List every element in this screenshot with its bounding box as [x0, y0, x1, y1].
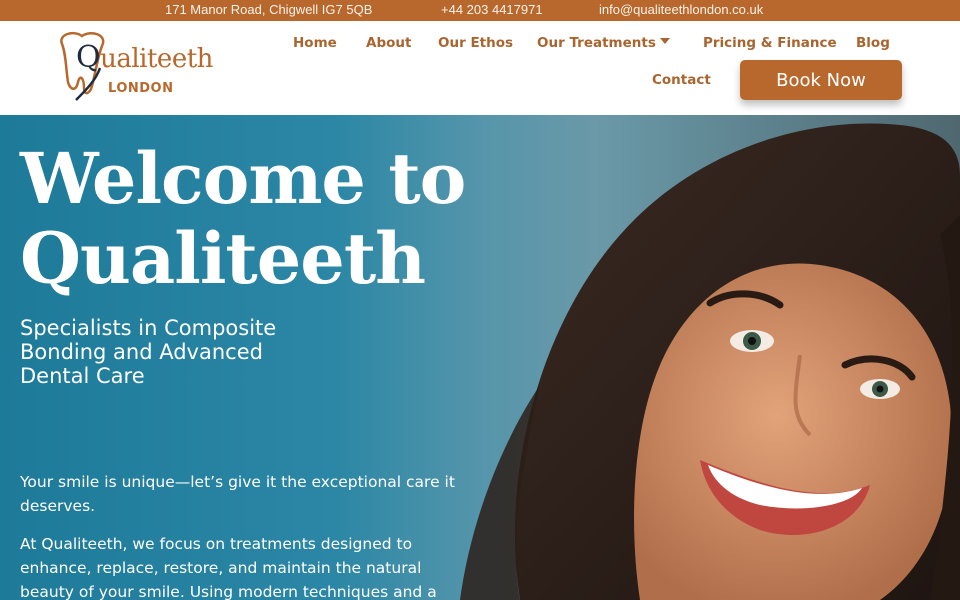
- logo-subtitle: LONDON: [108, 81, 174, 96]
- hero-paragraph: Your smile is unique—let’s give it the e…: [20, 473, 455, 515]
- book-now-button[interactable]: Book Now: [740, 60, 902, 100]
- nav-our-ethos[interactable]: Our Ethos: [438, 35, 513, 51]
- hero-subtitle: Specialists in Composite Bonding and Adv…: [20, 316, 277, 388]
- qualiteeth-logo[interactable]: Qualiteeth LONDON: [56, 30, 213, 102]
- nav-blog[interactable]: Blog: [856, 35, 890, 51]
- email-link[interactable]: info@qualiteethlondon.co.uk: [599, 2, 763, 17]
- contact-topbar: 171 Manor Road, Chigwell IG7 5QB +44 203…: [0, 0, 960, 21]
- hero-title: Welcome to Qualiteeth: [20, 137, 466, 300]
- nav-home[interactable]: Home: [293, 35, 337, 51]
- address-text: 171 Manor Road, Chigwell IG7 5QB: [165, 2, 373, 17]
- hero-section: Welcome to Qualiteeth Specialists in Com…: [0, 115, 960, 600]
- nav-about[interactable]: About: [366, 35, 411, 51]
- hero-paragraph: At Qualiteeth, we focus on treatments de…: [20, 535, 437, 600]
- chevron-down-icon[interactable]: [660, 38, 670, 44]
- nav-pricing-finance[interactable]: Pricing & Finance: [703, 35, 837, 51]
- logo-wordmark: Qualiteeth: [76, 40, 213, 75]
- site-header: Qualiteeth LONDON Home About Our Ethos O…: [0, 21, 960, 115]
- nav-contact[interactable]: Contact: [652, 72, 711, 88]
- nav-our-treatments[interactable]: Our Treatments: [537, 35, 656, 51]
- phone-link[interactable]: +44 203 4417971: [441, 2, 543, 17]
